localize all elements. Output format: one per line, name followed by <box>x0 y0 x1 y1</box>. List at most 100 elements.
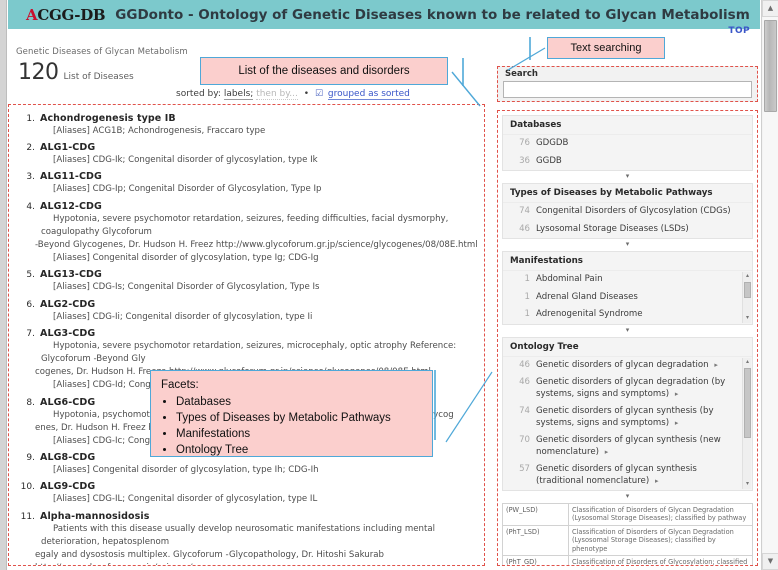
facet-option-label: Genetic disorders of glycan degradation … <box>536 377 726 399</box>
disease-name[interactable]: ALG8-CDG <box>40 452 95 463</box>
facet-scroll-up-icon[interactable]: ▴ <box>744 358 751 366</box>
chevron-right-icon[interactable]: ▸ <box>655 477 659 485</box>
sort-bar: sorted by: labels; then by... • ☑ groupe… <box>176 89 410 100</box>
top-link[interactable]: TOP <box>728 26 750 36</box>
facet-panel[interactable]: Databases 76 GDGDB 36 GGDB ▾ Types of Diseases… <box>497 110 758 566</box>
scrollbar-down-arrow-icon[interactable]: ▼ <box>762 553 778 570</box>
disease-list: 1. Achondrogenesis type IB [Aliases] ACG1B… <box>15 111 480 565</box>
disease-description: -Beyond Glycogenes, Dr. Hudson H. Freez … <box>35 240 478 251</box>
facet-scrollbar[interactable]: ▴ ▾ <box>742 357 751 489</box>
chevron-right-icon[interactable]: ▸ <box>675 419 679 427</box>
disease-entry[interactable]: 10. ALG9-CDG [Aliases] CDG-IL; Congenital … <box>15 479 480 506</box>
disease-index: 1. <box>26 114 35 124</box>
disease-count-block: 120 List of Diseases <box>18 60 134 85</box>
facet-scroll-down-icon[interactable]: ▾ <box>744 481 751 488</box>
facet-expand-toggle[interactable]: ▾ <box>502 324 753 337</box>
grouped-checkbox-icon[interactable]: ☑ <box>315 89 323 99</box>
scrollbar-thumb[interactable] <box>764 20 777 112</box>
disease-detail: [Aliases] ACG1B; Achondrogenesis, Fracca… <box>41 125 480 138</box>
facet-option[interactable]: 70 Genetic disorders of glycan synthesis … <box>503 432 752 461</box>
disease-index: 8. <box>26 397 35 408</box>
chevron-right-icon[interactable]: ▸ <box>605 448 609 456</box>
legend-row: (PW_LSD) Classification of Disorders of G… <box>502 503 753 526</box>
facet-scroll-thumb[interactable] <box>744 367 751 438</box>
disease-name[interactable]: ALG12-CDG <box>40 201 102 212</box>
facet-group-title: Manifestations <box>503 252 752 271</box>
disease-entry[interactable]: 3. ALG11-CDG [Aliases] CDG-Ip; Congenital … <box>15 169 480 196</box>
disease-detail: [Aliases] CDG-IL; Congenital disorder of… <box>41 493 480 506</box>
sort-secondary-link[interactable]: then by... <box>256 89 298 100</box>
scrollbar-up-arrow-icon[interactable]: ▲ <box>762 0 778 17</box>
facet-option[interactable]: 1 Adrenogenital Syndrome <box>503 306 752 324</box>
logo-text: CGG-DB <box>37 5 106 24</box>
facet-group: Databases 76 GDGDB 36 GGDB <box>502 115 753 171</box>
facet-option[interactable]: 76 GDGDB <box>503 135 752 153</box>
facet-option[interactable]: 1 Adrenal Gland Diseases <box>503 289 752 307</box>
disease-name[interactable]: Alpha-mannosidosis <box>40 511 150 522</box>
facet-option[interactable]: 36 GGDB <box>503 153 752 171</box>
facet-option-label: GDGDB <box>536 138 569 148</box>
disease-description: Hypotonia, severe psychomotor retardatio… <box>41 213 449 237</box>
search-input[interactable] <box>503 81 752 98</box>
facet-option-list: 46 Genetic disorders of glycan degradatio… <box>503 356 752 490</box>
facet-option[interactable]: 74 Genetic disorders of glycan synthesis … <box>503 403 752 432</box>
disease-detail: [Aliases] CDG-Ii; Congenital disorder of… <box>41 311 480 324</box>
disease-entry-header: 3. ALG11-CDG <box>15 169 480 183</box>
disease-name[interactable]: Achondrogenesis type IB <box>40 113 176 124</box>
disease-name[interactable]: ALG11-CDG <box>40 171 102 182</box>
facet-scroll-up-icon[interactable]: ▴ <box>744 273 751 280</box>
disease-name[interactable]: ALG13-CDG <box>40 269 102 280</box>
disease-index: 5. <box>26 270 35 281</box>
disease-entry-header: 6. ALG2-CDG <box>15 297 480 311</box>
facet-option[interactable]: 46 Genetic disorders of glycan degradatio… <box>503 374 752 403</box>
facet-container: Databases 76 GDGDB 36 GGDB ▾ Types of Diseases… <box>502 115 753 503</box>
chevron-right-icon[interactable]: ▸ <box>714 361 718 369</box>
facet-option[interactable]: 1 Abdominal Pain <box>503 271 752 289</box>
disease-name[interactable]: ALG6-CDG <box>40 397 95 408</box>
callout-facet-item: Ontology Tree <box>176 442 424 458</box>
facet-option-count: 1 <box>524 274 530 284</box>
disease-detail: [Aliases] CDG-Ip; Congenital Disorder of… <box>41 183 480 196</box>
facet-group-title: Ontology Tree <box>503 337 752 357</box>
disease-name[interactable]: ALG1-CDG <box>40 142 95 153</box>
facet-option-list: 76 GDGDB 36 GGDB <box>503 135 752 170</box>
sort-by-label: sorted by: <box>176 89 221 99</box>
disease-entry[interactable]: 2. ALG1-CDG [Aliases] CDG-Ik; Congenital d… <box>15 140 480 167</box>
acgg-db-logo[interactable]: ACGG-DB <box>26 5 106 24</box>
legend-key: (PhT_GD) <box>502 555 569 565</box>
disease-detail: [Aliases] CDG-Ik; Congenital disorder of… <box>41 154 480 167</box>
window-scrollbar[interactable]: ▲ ▼ <box>761 0 778 570</box>
disease-entry-header: 4. ALG12-CDG <box>15 199 480 213</box>
facet-option[interactable]: 74 Congenital Disorders of Glycosylation … <box>503 203 752 221</box>
window-left-edge <box>0 0 7 570</box>
facet-option-list: 74 Congenital Disorders of Glycosylation … <box>503 203 752 238</box>
facet-expand-toggle[interactable]: ▾ <box>502 171 753 183</box>
facet-scrollbar[interactable]: ▴ ▾ <box>742 272 751 323</box>
sort-primary-link[interactable]: labels; <box>223 89 254 100</box>
facet-option-count: 36 <box>519 155 530 166</box>
facet-expand-toggle[interactable]: ▾ <box>502 239 753 251</box>
facet-option[interactable]: 46 Lysosomal Storage Diseases (LSDs) <box>503 221 752 239</box>
grouped-as-sorted-link[interactable]: grouped as sorted <box>327 89 410 100</box>
facet-scroll-thumb[interactable] <box>744 282 751 298</box>
disease-entry-header: 7. ALG3-CDG <box>15 326 480 340</box>
facet-option-count: 70 <box>519 435 530 445</box>
facet-option[interactable]: 57 Genetic disorders of glycan synthesis … <box>503 461 752 490</box>
disease-index: 4. <box>26 201 35 212</box>
callout-facets: Facets: DatabasesTypes of Diseases by Me… <box>150 370 433 457</box>
facet-expand-toggle[interactable]: ▾ <box>502 491 753 503</box>
facet-option-label: Genetic disorders of glycan synthesis (t… <box>536 464 697 486</box>
disease-entry[interactable]: 5. ALG13-CDG [Aliases] CDG-Is; Congenital … <box>15 267 480 294</box>
disease-entry[interactable]: 6. ALG2-CDG [Aliases] CDG-Ii; Congenital d… <box>15 297 480 324</box>
facet-option[interactable]: 46 Genetic disorders of glycan degradatio… <box>503 357 752 375</box>
disease-name[interactable]: ALG2-CDG <box>40 299 95 310</box>
disease-name[interactable]: ALG3-CDG <box>40 328 95 339</box>
facet-scroll-down-icon[interactable]: ▾ <box>744 314 751 322</box>
disease-list-panel[interactable]: 1. Achondrogenesis type IB [Aliases] ACG1B… <box>8 104 485 566</box>
disease-entry[interactable]: 4. ALG12-CDG Hypotonia, severe psychomotor… <box>15 199 480 266</box>
facet-option-label: Genetic disorders of glycan synthesis (n… <box>536 435 721 457</box>
disease-name[interactable]: ALG9-CDG <box>40 481 95 492</box>
disease-entry[interactable]: 1. Achondrogenesis type IB [Aliases] ACG1B… <box>15 111 480 138</box>
chevron-right-icon[interactable]: ▸ <box>675 390 679 398</box>
disease-entry[interactable]: 11. Alpha-mannosidosis Patients with this … <box>15 509 480 565</box>
